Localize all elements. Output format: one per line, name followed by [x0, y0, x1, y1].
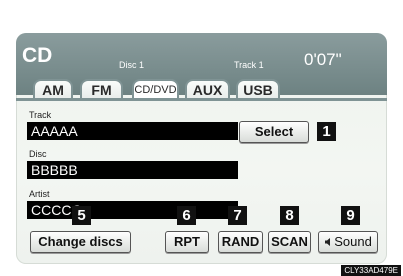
sound-button[interactable]: Sound	[318, 231, 378, 253]
sound-label: Sound	[334, 234, 372, 249]
figure-code: CLY33AD479E	[341, 265, 401, 276]
tab-am[interactable]: AM	[33, 79, 73, 99]
track-field: AAAAA	[27, 122, 238, 140]
elapsed-time: 0'07"	[304, 50, 342, 69]
artist-label: Artist	[29, 189, 50, 199]
tab-aux[interactable]: AUX	[185, 79, 230, 99]
speaker-icon	[324, 233, 334, 253]
track-indicator: Track 1	[234, 60, 264, 70]
callout-6: 6	[177, 206, 196, 225]
tab-cd-dvd[interactable]: CD/DVD	[132, 79, 179, 99]
callout-5: 5	[72, 206, 91, 225]
artist-field: CCCCC	[27, 201, 238, 219]
tab-divider	[16, 98, 387, 101]
callout-8: 8	[280, 206, 299, 225]
disc-field: BBBBB	[27, 161, 238, 179]
disc-indicator: Disc 1	[119, 60, 145, 70]
repeat-button[interactable]: RPT	[165, 231, 209, 253]
disc-label: Disc	[29, 149, 47, 159]
track-label: Track	[29, 110, 52, 120]
random-button[interactable]: RAND	[218, 231, 263, 253]
select-button[interactable]: Select	[239, 121, 309, 143]
change-discs-button[interactable]: Change discs	[30, 231, 131, 253]
tab-usb[interactable]: USB	[236, 79, 280, 99]
source-title: CD	[22, 44, 53, 67]
callout-7: 7	[228, 206, 247, 225]
callout-1: 1	[317, 122, 336, 141]
scan-button[interactable]: SCAN	[268, 231, 311, 253]
tab-fm[interactable]: FM	[80, 79, 123, 99]
callout-9: 9	[341, 206, 360, 225]
